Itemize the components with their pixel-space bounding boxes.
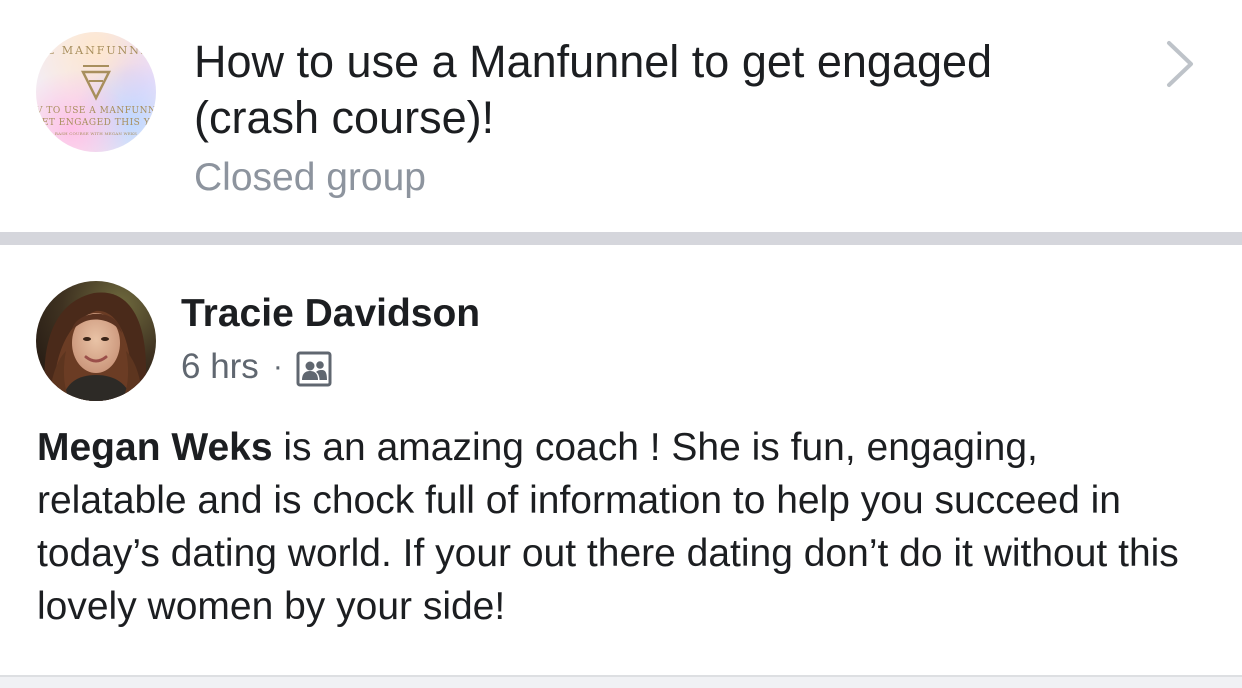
author-avatar[interactable] — [36, 281, 156, 401]
post-timestamp[interactable]: 6 hrs — [181, 347, 259, 387]
group-title[interactable]: How to use a Manfunnel to get engaged (c… — [194, 34, 1124, 146]
group-post: Tracie Davidson 6 hrs · Megan Weks is an… — [0, 245, 1242, 688]
group-title-line2: (crash course)! — [194, 92, 495, 143]
post-body: Megan Weks is an amazing coach ! She is … — [37, 421, 1187, 633]
group-cover-avatar[interactable]: E MANFUNN. V TO USE A MANFUNN ET ENGAGED… — [36, 32, 156, 152]
chevron-right-icon[interactable] — [1160, 38, 1200, 90]
meta-separator: · — [272, 350, 283, 383]
group-audience-icon[interactable] — [295, 350, 333, 388]
group-header[interactable]: E MANFUNN. V TO USE A MANFUNN ET ENGAGED… — [0, 0, 1242, 232]
cover-text-top: E MANFUNN. — [46, 44, 146, 57]
cover-text-small: RASH COURSE WITH MEGAN WEKS — [54, 131, 138, 136]
cover-text-line2: ET ENGAGED THIS Y — [41, 118, 151, 128]
author-photo — [36, 281, 156, 401]
cover-text-line1: V TO USE A MANFUNN — [36, 106, 156, 116]
facebook-group-post-screen: E MANFUNN. V TO USE A MANFUNN ET ENGAGED… — [0, 0, 1242, 688]
mention-link[interactable]: Megan Weks — [37, 426, 273, 469]
post-meta: 6 hrs · — [181, 345, 333, 389]
feed-gap — [0, 677, 1242, 688]
group-privacy-label: Closed group — [194, 156, 426, 199]
section-divider — [0, 232, 1242, 245]
funnel-triangle-icon — [80, 65, 112, 101]
group-title-line1: How to use a Manfunnel to get engaged — [194, 36, 993, 87]
author-name[interactable]: Tracie Davidson — [181, 291, 480, 337]
